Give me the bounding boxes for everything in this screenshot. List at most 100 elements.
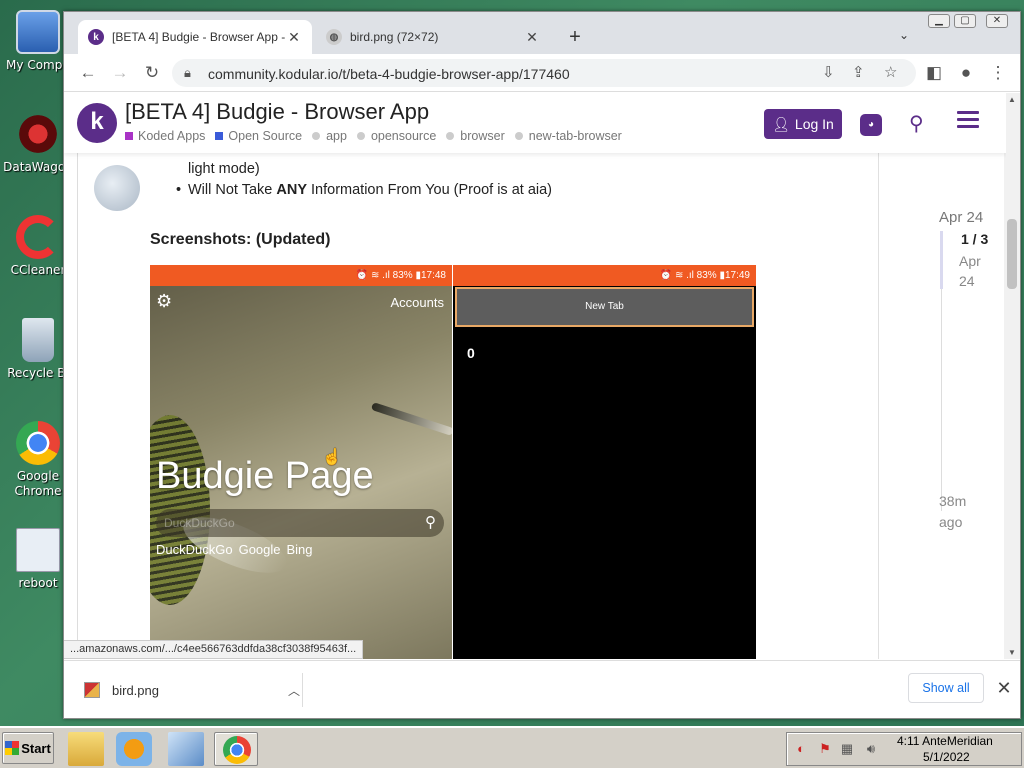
screenshot-new-tab[interactable]: ⏰ ≋ .ıl 83% ▮17:49 New Tab 0 bbox=[453, 265, 756, 659]
phone-search-bar: DuckDuckGo ⚲ bbox=[156, 509, 444, 537]
category-koded-apps[interactable]: Koded Apps bbox=[125, 129, 205, 143]
ccleaner-tray-icon[interactable]: ◐ bbox=[793, 741, 809, 757]
feather-image bbox=[370, 402, 452, 436]
tab-count: 0 bbox=[467, 345, 475, 361]
log-in-button[interactable]: 👤︎ Log In bbox=[764, 109, 842, 139]
new-tab-bar: New Tab bbox=[455, 287, 754, 327]
media-player-icon[interactable] bbox=[116, 732, 152, 766]
close-tab-icon[interactable]: ✕ bbox=[524, 29, 540, 46]
reboot-icon bbox=[16, 528, 60, 572]
system-tray: ◐ ⚑ ▦ 🔊︎ 4:11 AnteMeridian 5/1/2022 bbox=[786, 732, 1022, 766]
post-body: light mode) Will Not Take ANY Informatio… bbox=[77, 153, 877, 659]
phone-status-bar: ⏰ ≋ .ıl 83% ▮17:48 bbox=[150, 265, 452, 286]
close-window-button[interactable]: ✕ bbox=[986, 14, 1008, 28]
install-icon[interactable]: ⇩ bbox=[822, 63, 835, 81]
forward-icon[interactable]: → bbox=[110, 63, 130, 83]
discord-icon[interactable]: ◕ bbox=[860, 114, 882, 136]
lock-icon: 🔒︎ bbox=[184, 65, 191, 80]
back-icon[interactable]: ← bbox=[78, 63, 98, 83]
profile-icon[interactable]: ● bbox=[956, 63, 976, 83]
page-viewport: k [BETA 4] Budgie - Browser App Koded Ap… bbox=[64, 93, 1006, 659]
tag-dot-icon bbox=[312, 132, 321, 140]
browser-window: k [BETA 4] Budgie - Browser App - ✕ ◍ bi… bbox=[63, 11, 1021, 719]
scroll-down-arrow-icon[interactable]: ▼ bbox=[1008, 648, 1016, 657]
accounts-label: Accounts bbox=[390, 295, 444, 310]
screenshots-heading: Screenshots: (Updated) bbox=[150, 231, 331, 248]
user-icon: 👤︎ bbox=[772, 115, 790, 132]
show-all-button[interactable]: Show all bbox=[908, 673, 984, 703]
side-panel-icon[interactable]: ◧ bbox=[924, 63, 944, 83]
list-item-continued: light mode) bbox=[188, 161, 260, 177]
new-tab-button[interactable]: + bbox=[564, 26, 586, 48]
share-icon[interactable]: ⇪ bbox=[852, 63, 865, 81]
bookmark-star-icon[interactable]: ☆ bbox=[884, 63, 897, 81]
scroll-up-arrow-icon[interactable]: ▲ bbox=[1008, 95, 1016, 104]
mouse-pointer-icon: ☝ bbox=[322, 449, 342, 466]
tag-app[interactable]: app bbox=[312, 129, 347, 143]
chrome-icon bbox=[16, 421, 60, 465]
reload-icon[interactable]: ↻ bbox=[142, 63, 162, 83]
tag-new-tab-browser[interactable]: new-tab-browser bbox=[514, 129, 622, 143]
tag-dot-icon bbox=[356, 132, 365, 140]
download-item[interactable]: bird.png ︿ bbox=[84, 675, 302, 705]
page-scrollbar[interactable]: ▲ ▼ bbox=[1004, 93, 1020, 659]
timeline-start-date[interactable]: Apr 24 bbox=[939, 209, 983, 226]
avatar[interactable] bbox=[94, 165, 140, 211]
taskbar-chrome-button[interactable] bbox=[214, 732, 258, 766]
minimize-button[interactable]: ▁ bbox=[928, 14, 950, 28]
menu-kebab-icon[interactable]: ⋮ bbox=[988, 63, 1008, 83]
hamburger-menu-icon[interactable] bbox=[957, 111, 979, 129]
search-engine-list: DuckDuckGo Google Bing bbox=[156, 542, 313, 557]
topic-title[interactable]: [BETA 4] Budgie - Browser App bbox=[125, 99, 429, 125]
tab-budgie[interactable]: k [BETA 4] Budgie - Browser App - ✕ bbox=[78, 20, 312, 54]
category-color-swatch bbox=[125, 132, 133, 140]
timeline-end-date[interactable]: 38m ago bbox=[939, 491, 989, 533]
kodular-logo[interactable]: k bbox=[77, 103, 117, 143]
browser-toolbar: ← → ↻ 🔒︎ community.kodular.io/t/beta-4-b… bbox=[64, 54, 1020, 92]
timeline-position-date: Apr 24 bbox=[959, 253, 981, 289]
close-icon[interactable]: ✕ bbox=[994, 675, 1014, 701]
topic-timeline: Apr 24 1 / 3 Apr 24 38m ago bbox=[878, 153, 1006, 659]
tag-browser[interactable]: browser bbox=[446, 129, 505, 143]
category-color-swatch bbox=[215, 132, 224, 140]
tag-opensource[interactable]: opensource bbox=[356, 129, 436, 143]
close-tab-icon[interactable]: ✕ bbox=[286, 29, 302, 46]
link-status-bubble: ...amazonaws.com/.../c4ee566763ddfda38cf… bbox=[64, 640, 364, 659]
chevron-up-icon[interactable]: ︿ bbox=[286, 682, 302, 699]
screenshot-budgie-page[interactable]: ⏰ ≋ .ıl 83% ▮17:48 ⚙ Accounts Budgie Pag… bbox=[150, 265, 452, 659]
start-button[interactable]: Start bbox=[2, 732, 54, 764]
search-icon[interactable]: ⚲ bbox=[909, 111, 924, 136]
list-item: Will Not Take ANY Information From You (… bbox=[176, 180, 552, 201]
clock-time[interactable]: 4:11 AnteMeridian bbox=[897, 734, 993, 748]
feature-list: light mode) Will Not Take ANY Informatio… bbox=[176, 159, 552, 201]
address-bar[interactable]: 🔒︎ community.kodular.io/t/beta-4-budgie-… bbox=[172, 59, 916, 87]
clock-date[interactable]: 5/1/2022 bbox=[923, 750, 970, 764]
recycle-bin-icon bbox=[22, 318, 54, 362]
gear-icon: ⚙ bbox=[156, 291, 173, 311]
divider bbox=[302, 673, 303, 707]
globe-icon: ◍ bbox=[326, 29, 342, 45]
tab-search-chevron-icon[interactable]: ⌄ bbox=[896, 28, 912, 44]
forum-header: k [BETA 4] Budgie - Browser App Koded Ap… bbox=[64, 93, 1006, 153]
tab-strip: k [BETA 4] Budgie - Browser App - ✕ ◍ bi… bbox=[64, 12, 1020, 54]
image-file-icon bbox=[84, 682, 100, 698]
scrollbar-thumb[interactable] bbox=[1007, 219, 1017, 289]
tag-dot-icon bbox=[514, 132, 523, 140]
timeline-handle[interactable] bbox=[940, 231, 943, 289]
security-tray-icon[interactable]: ⚑ bbox=[817, 741, 833, 757]
chrome-icon bbox=[223, 736, 251, 764]
topic-tags: Koded Apps Open Source app opensource br… bbox=[125, 129, 622, 143]
network-settings-icon[interactable] bbox=[168, 732, 204, 766]
maximize-button[interactable]: ▢ bbox=[954, 14, 976, 28]
phone-status-bar: ⏰ ≋ .ıl 83% ▮17:49 bbox=[453, 265, 756, 286]
windows-flag-icon bbox=[5, 741, 20, 755]
tab-bird-png[interactable]: ◍ bird.png (72×72) ✕ bbox=[316, 20, 550, 54]
taskbar: Start ◐ ⚑ ▦ 🔊︎ 4:11 AnteMeridian 5/1/202… bbox=[0, 726, 1024, 768]
timeline-position: 1 / 3 bbox=[961, 231, 989, 247]
datawagon-icon bbox=[16, 112, 60, 156]
network-tray-icon[interactable]: ▦ bbox=[839, 741, 855, 757]
volume-icon[interactable]: 🔊︎ bbox=[863, 741, 879, 757]
file-explorer-icon[interactable] bbox=[68, 732, 104, 766]
ccleaner-icon bbox=[16, 215, 60, 259]
category-open-source[interactable]: Open Source bbox=[215, 129, 302, 143]
